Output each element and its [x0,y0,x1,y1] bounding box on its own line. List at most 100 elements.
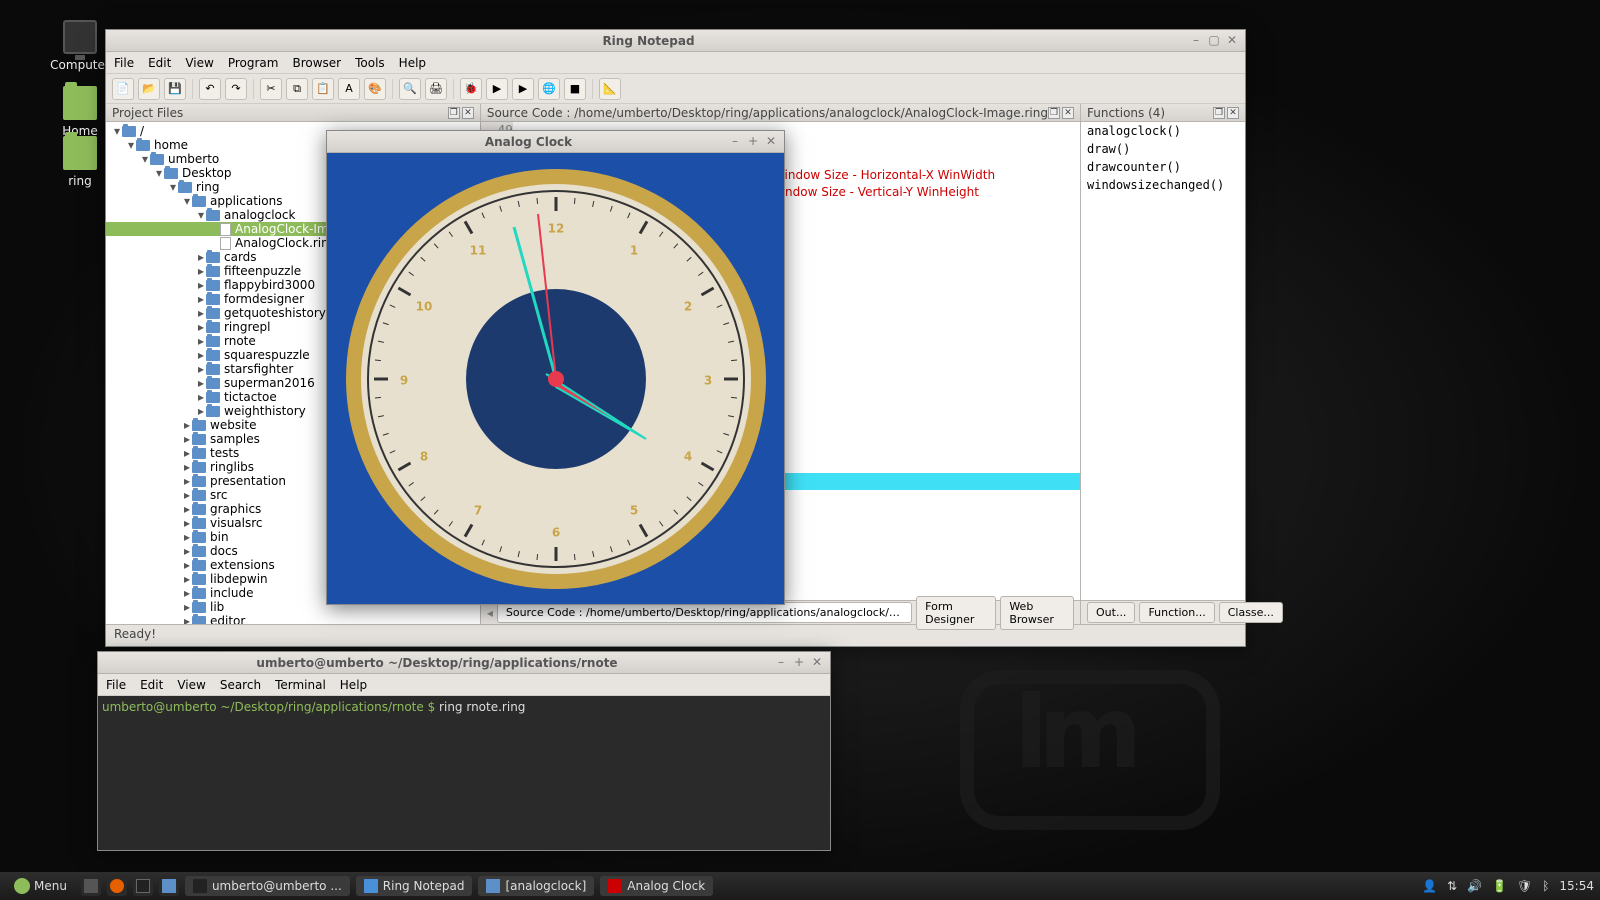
taskbar-item-terminal[interactable]: umberto@umberto ... [185,876,350,896]
firefox-icon [110,879,124,893]
new-file-button[interactable]: 📄 [112,78,134,100]
user-icon[interactable]: 👤 [1422,879,1437,893]
menu-help[interactable]: Help [399,56,426,70]
titlebar[interactable]: umberto@umberto ~/Desktop/ring/applicati… [98,652,830,674]
files-launcher[interactable] [159,876,179,896]
close-icon[interactable]: ✕ [462,107,474,119]
menu-view[interactable]: View [185,56,213,70]
maximize-button[interactable]: + [746,135,760,149]
undock-icon[interactable]: ❐ [448,107,460,119]
titlebar[interactable]: Ring Notepad – ▢ ✕ [106,30,1245,52]
maximize-button[interactable]: ▢ [1207,34,1221,48]
folder-icon [63,86,97,120]
print-button[interactable]: 🖨 [425,78,447,100]
tab-source[interactable]: Source Code : /home/umberto/Desktop/ring… [497,602,912,623]
menu-view[interactable]: View [177,678,205,692]
undock-icon[interactable]: ❐ [1048,107,1060,119]
tab-form-designer[interactable]: Form Designer [916,596,996,630]
shield-icon[interactable]: 🛡 [1517,879,1532,893]
run-gui-button[interactable]: ▶ [512,78,534,100]
network-icon[interactable]: ⇅ [1447,879,1457,893]
copy-button[interactable]: ⧉ [286,78,308,100]
terminal-launcher[interactable] [133,876,153,896]
bluetooth-icon[interactable]: ᛒ [1542,879,1549,893]
menu-edit[interactable]: Edit [140,678,163,692]
find-button[interactable]: 🔍 [399,78,421,100]
desktop-icon-ring[interactable]: ring [50,136,110,188]
cut-button[interactable]: ✂ [260,78,282,100]
close-icon[interactable]: ✕ [1062,107,1074,119]
debug-button[interactable]: 🐞 [460,78,482,100]
app-icon [608,879,622,893]
svg-text:3: 3 [703,373,711,387]
analog-clock-window: Analog Clock – + ✕ 1212 345 678 91011 [326,130,785,605]
terminal-icon [136,879,150,893]
menu-edit[interactable]: Edit [148,56,171,70]
menu-label: Menu [34,879,67,893]
terminal-body[interactable]: umberto@umberto ~/Desktop/ring/applicati… [98,696,830,850]
close-icon[interactable]: ✕ [1227,107,1239,119]
maximize-button[interactable]: + [792,656,806,670]
tab-web-browser[interactable]: Web Browser [1000,596,1074,630]
titlebar[interactable]: Analog Clock – + ✕ [327,131,784,153]
svg-text:12: 12 [547,221,564,235]
minimize-button[interactable]: – [1189,34,1203,48]
menu-tools[interactable]: Tools [355,56,385,70]
desktop-icon-label: ring [50,174,110,188]
desktop-icon-computer[interactable]: Computer [50,20,110,72]
svg-text:10: 10 [415,299,432,313]
form-designer-button[interactable]: 📐 [599,78,621,100]
tree-item[interactable]: ▸editor [106,614,480,624]
close-button[interactable]: ✕ [1225,34,1239,48]
function-item[interactable]: analogclock() [1081,122,1245,140]
minimize-button[interactable]: – [728,135,742,149]
firefox-launcher[interactable] [107,876,127,896]
save-button[interactable]: 💾 [164,78,186,100]
menubar: File Edit View Program Browser Tools Hel… [106,52,1245,74]
tab-classes[interactable]: Classe... [1219,602,1283,623]
undo-button[interactable]: ↶ [199,78,221,100]
close-button[interactable]: ✕ [810,656,824,670]
menu-help[interactable]: Help [340,678,367,692]
browser-button[interactable]: 🌐 [538,78,560,100]
color-icon[interactable]: 🎨 [364,78,386,100]
taskbar-item-analogclock-folder[interactable]: [analogclock] [478,876,594,896]
close-button[interactable]: ✕ [764,135,778,149]
svg-text:8: 8 [419,449,427,463]
menu-program[interactable]: Program [228,56,279,70]
menu-browser[interactable]: Browser [292,56,341,70]
paste-button[interactable]: 📋 [312,78,334,100]
menu-file[interactable]: File [114,56,134,70]
tab-output[interactable]: Out... [1087,602,1135,623]
folder-icon [162,879,176,893]
redo-button[interactable]: ↷ [225,78,247,100]
open-file-button[interactable]: 📂 [138,78,160,100]
menu-terminal[interactable]: Terminal [275,678,326,692]
clock[interactable]: 15:54 [1559,879,1594,893]
volume-icon[interactable]: 🔊 [1467,879,1482,893]
function-item[interactable]: draw() [1081,140,1245,158]
svg-text:11: 11 [469,243,486,257]
minimize-button[interactable]: – [774,656,788,670]
desktop-icon-home[interactable]: Home [50,86,110,138]
font-button[interactable]: A [338,78,360,100]
menu-file[interactable]: File [106,678,126,692]
run-button[interactable]: ▶ [486,78,508,100]
functions-list[interactable]: analogclock()draw()drawcounter()windowsi… [1081,122,1245,600]
taskbar-item-analog-clock[interactable]: Analog Clock [600,876,713,896]
scroll-left-icon[interactable]: ◂ [487,606,493,620]
function-item[interactable]: windowsizechanged() [1081,176,1245,194]
undock-icon[interactable]: ❐ [1213,107,1225,119]
function-item[interactable]: drawcounter() [1081,158,1245,176]
stop-button[interactable]: ■ [564,78,586,100]
window-title: Analog Clock [333,135,724,149]
menu-search[interactable]: Search [220,678,261,692]
desktop-icon-label: Computer [50,58,110,72]
show-desktop-button[interactable] [81,876,101,896]
tab-functions[interactable]: Function... [1139,602,1214,623]
taskbar-item-ring-notepad[interactable]: Ring Notepad [356,876,473,896]
start-menu-button[interactable]: Menu [6,876,75,896]
battery-icon[interactable]: 🔋 [1492,879,1507,893]
folder-icon [63,136,97,170]
system-tray: 👤 ⇅ 🔊 🔋 🛡 ᛒ 15:54 [1422,879,1594,893]
